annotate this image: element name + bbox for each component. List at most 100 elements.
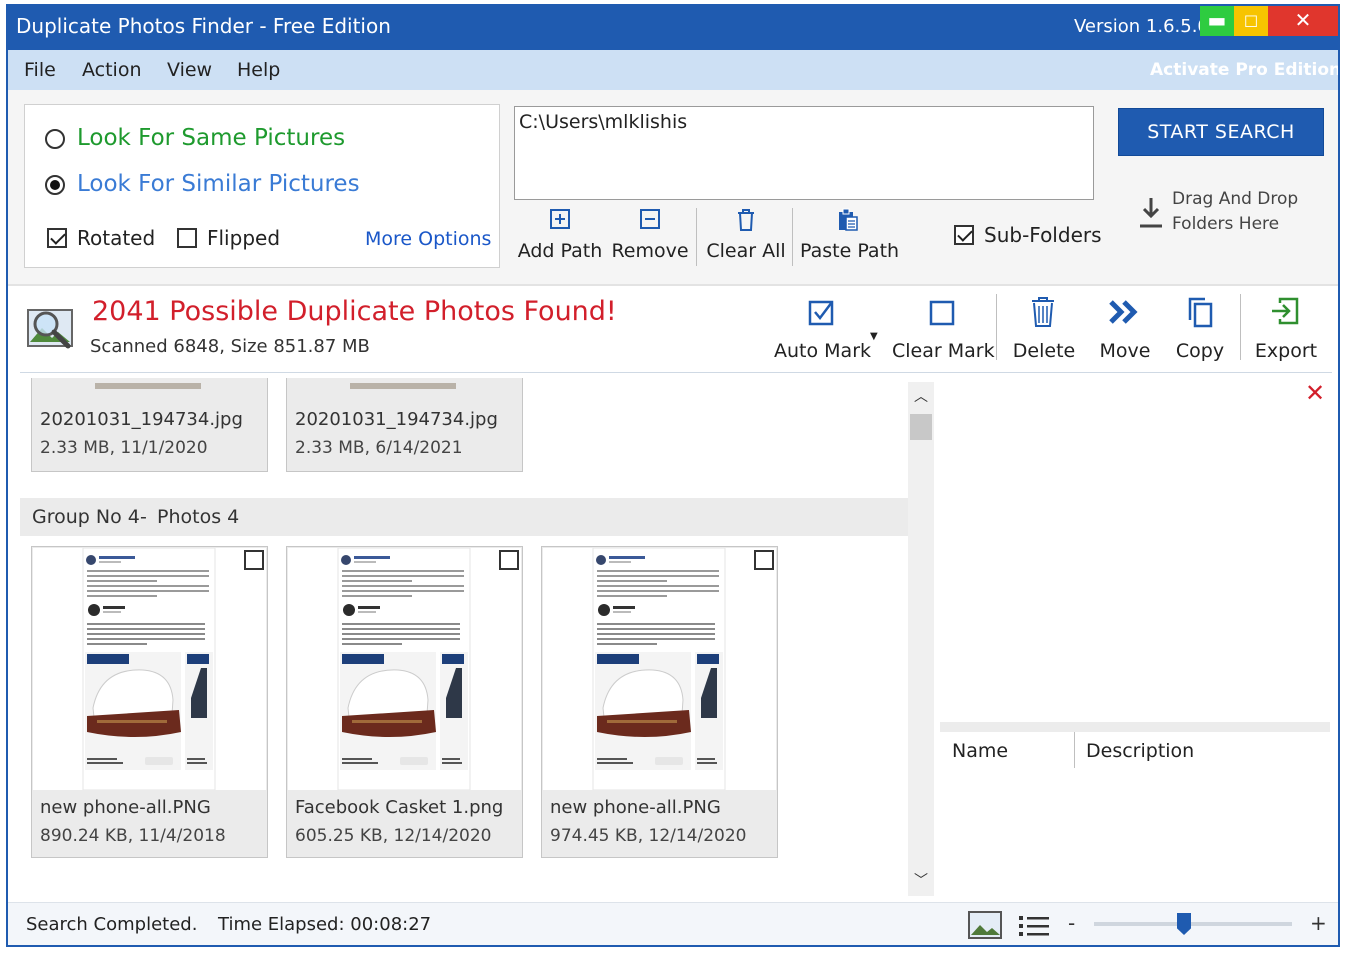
auto-mark-button[interactable]: Auto Mark (774, 296, 872, 366)
photo-thumbnail[interactable] (288, 547, 521, 791)
toolbar-separator (1240, 294, 1241, 360)
scroll-up-button[interactable]: ︿ (912, 386, 930, 405)
results-scrollbar[interactable]: ︿ ﹀ (908, 382, 934, 896)
photo-thumbnail[interactable] (33, 547, 266, 791)
rotated-checkbox[interactable] (47, 228, 67, 248)
clear-mark-label: Clear Mark (892, 340, 995, 362)
paste-path-label: Paste Path (800, 240, 900, 262)
photo-select-checkbox[interactable] (499, 550, 519, 570)
status-text: Search Completed. (26, 914, 198, 935)
move-button[interactable]: Move (1086, 296, 1164, 366)
chevron-up-icon: ︿ (914, 389, 928, 405)
photo-card[interactable]: Facebook Casket 1.png 605.25 KB, 12/14/2… (286, 546, 523, 858)
photo-card[interactable]: new phone-all.PNG 974.45 KB, 12/14/2020 (541, 546, 778, 858)
caret-down-icon: ▼ (870, 331, 878, 342)
menu-help[interactable]: Help (237, 59, 280, 81)
menu-file[interactable]: File (24, 59, 56, 81)
same-pictures-radio[interactable] (45, 129, 65, 149)
photo-filename: 20201031_194734.jpg (295, 409, 498, 430)
copy-button[interactable]: Copy (1164, 296, 1236, 366)
photo-select-checkbox[interactable] (754, 550, 774, 570)
auto-mark-dropdown[interactable]: ▼ (870, 324, 884, 342)
download-icon (1138, 196, 1164, 230)
maximize-icon: ☐ (1243, 12, 1259, 31)
photo-meta: 890.24 KB, 11/4/2018 (40, 826, 226, 846)
minimize-button[interactable]: ▬ (1200, 6, 1234, 36)
details-col-name[interactable]: Name (952, 740, 1008, 762)
divider (8, 284, 1338, 286)
remove-icon (608, 208, 692, 236)
photo-search-icon (24, 306, 76, 354)
toolbar-separator (696, 208, 697, 266)
flipped-checkbox[interactable] (177, 228, 197, 248)
zoom-out-button[interactable]: - (1068, 911, 1075, 935)
facebook-post-thumbnail (82, 547, 216, 791)
similar-pictures-radio[interactable] (45, 175, 65, 195)
elapsed-time: Time Elapsed: 00:08:27 (218, 914, 432, 935)
zoom-in-button[interactable]: + (1310, 911, 1327, 935)
photo-thumbnail[interactable] (543, 547, 776, 791)
copy-label: Copy (1175, 340, 1225, 362)
similar-pictures-label[interactable]: Look For Similar Pictures (77, 171, 360, 197)
drag-drop-line2: Folders Here (1172, 214, 1280, 234)
list-icon (1019, 916, 1049, 936)
remove-label: Remove (611, 240, 689, 262)
sub-folders-checkbox[interactable] (954, 225, 974, 245)
delete-button[interactable]: Delete (1004, 296, 1084, 366)
details-splitter[interactable] (940, 722, 1330, 732)
group-number: Group No 4 (32, 506, 140, 528)
search-options-panel: Look For Same Pictures Look For Similar … (24, 104, 500, 268)
checkbox-empty-icon (928, 298, 956, 330)
version-label: Version 1.6.5.0 (1074, 16, 1209, 37)
photo-select-checkbox[interactable] (244, 550, 264, 570)
export-button[interactable]: Export (1246, 296, 1326, 366)
photo-meta: 2.33 MB, 6/14/2021 (295, 438, 463, 458)
thumbnail-view-button[interactable] (968, 911, 1002, 939)
toolbar-separator (996, 294, 997, 360)
minimize-icon: ▬ (1207, 8, 1227, 32)
photo-card[interactable]: 20201031_194734.jpg 2.33 MB, 6/14/2021 (286, 378, 523, 472)
maximize-button[interactable]: ☐ (1234, 6, 1268, 36)
app-window: Duplicate Photos Finder - Free Edition V… (6, 4, 1340, 947)
title-bar: Duplicate Photos Finder - Free Edition V… (8, 6, 1338, 50)
path-entry[interactable]: C:\Users\mlklishis (519, 111, 687, 133)
zoom-slider[interactable] (1094, 913, 1292, 935)
group-header[interactable]: Group No 4 - Photos 4 (20, 498, 908, 536)
trash-icon (704, 208, 788, 238)
auto-mark-label: Auto Mark (774, 340, 872, 362)
paste-path-button[interactable]: Paste Path (800, 206, 900, 268)
move-label: Move (1099, 340, 1151, 362)
chevron-down-icon: ﹀ (914, 873, 928, 889)
close-preview-button[interactable]: ✕ (1304, 379, 1326, 407)
start-search-button[interactable]: START SEARCH (1118, 108, 1324, 156)
copy-icon (1186, 296, 1214, 332)
sub-folders-label[interactable]: Sub-Folders (984, 223, 1102, 247)
rotated-label[interactable]: Rotated (77, 226, 155, 250)
photo-card[interactable]: new phone-all.PNG 890.24 KB, 11/4/2018 (31, 546, 268, 858)
checkbox-checked-icon (808, 298, 836, 330)
details-col-description[interactable]: Description (1086, 740, 1194, 762)
path-list-box[interactable]: C:\Users\mlklishis (514, 106, 1094, 200)
add-path-button[interactable]: Add Path (514, 206, 614, 268)
toolbar-separator (792, 208, 793, 266)
flipped-label[interactable]: Flipped (207, 226, 280, 250)
close-icon: ✕ (1304, 379, 1326, 407)
photo-meta: 974.45 KB, 12/14/2020 (550, 826, 747, 846)
drag-drop-line1: Drag And Drop (1172, 189, 1299, 209)
more-options-link[interactable]: More Options (365, 228, 491, 250)
scroll-thumb[interactable] (910, 414, 932, 440)
zoom-slider-thumb[interactable] (1177, 913, 1191, 935)
clear-all-button[interactable]: Clear All (704, 206, 788, 268)
menu-action[interactable]: Action (82, 59, 142, 81)
scroll-down-button[interactable]: ﹀ (912, 870, 930, 889)
remove-button[interactable]: Remove (608, 206, 692, 268)
export-label: Export (1254, 340, 1318, 362)
clear-mark-button[interactable]: Clear Mark (892, 296, 995, 366)
export-icon (1270, 296, 1300, 330)
close-button[interactable]: ✕ (1268, 6, 1338, 36)
list-view-button[interactable] (1018, 913, 1050, 939)
same-pictures-label[interactable]: Look For Same Pictures (77, 125, 345, 151)
activate-pro-link[interactable]: Activate Pro Edition (1150, 60, 1338, 80)
photo-card[interactable]: 20201031_194734.jpg 2.33 MB, 11/1/2020 (31, 378, 268, 472)
menu-view[interactable]: View (167, 59, 212, 81)
